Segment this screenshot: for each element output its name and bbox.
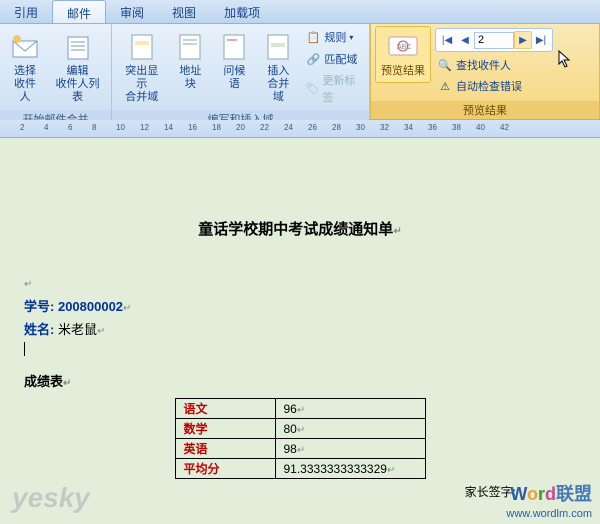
student-name-row: 姓名: 米老鼠↵	[24, 319, 576, 338]
first-record-button[interactable]: |◀	[438, 31, 456, 49]
score-cell: 98↵	[275, 439, 425, 459]
table-row: 数学80↵	[175, 419, 425, 439]
highlight-merge-label: 突出显示 合并域	[122, 65, 161, 105]
auto-check-button[interactable]: ⚠自动检查错误	[433, 77, 555, 98]
watermark-url: www.wordlm.com	[506, 508, 592, 520]
tab-mailings[interactable]: 邮件	[52, 0, 106, 23]
group-preview: ABC 预览结果 |◀ ◀ ▶ ▶| 🔍查找收件人 ⚠自动检查错误 预览结果	[370, 24, 600, 119]
signature-line: 家长签字:	[24, 483, 576, 500]
auto-check-icon: ⚠	[437, 79, 453, 95]
watermark-wordlm: Word联盟	[510, 480, 592, 506]
id-value: 200800002	[58, 299, 123, 314]
greeting-line-icon	[218, 31, 250, 63]
watermark-yesky: yesky	[12, 482, 90, 514]
blank-para: ↵	[24, 279, 576, 290]
insert-merge-button[interactable]: 插入 合并域	[257, 26, 299, 110]
preview-results-icon: ABC	[387, 31, 419, 63]
score-table: 语文96↵ 数学80↵ 英语98↵ 平均分91.3333333333329↵	[175, 398, 426, 479]
highlight-merge-button[interactable]: 突出显示 合并域	[116, 26, 167, 110]
match-fields-button[interactable]: 🔗匹配域	[301, 50, 365, 71]
group-preview-label: 预览结果	[371, 101, 599, 119]
tab-view[interactable]: 视图	[158, 0, 210, 23]
greeting-line-label: 问候语	[219, 65, 249, 91]
preview-results-label: 预览结果	[381, 65, 425, 78]
preview-results-button[interactable]: ABC 预览结果	[375, 26, 431, 83]
score-cell: 91.3333333333329↵	[275, 459, 425, 479]
update-labels-button[interactable]: 🏷更新标签	[301, 71, 365, 108]
select-recipients-button[interactable]: 选择 收件人	[4, 26, 46, 110]
record-number-input[interactable]	[474, 32, 514, 49]
group-write-insert: 突出显示 合并域 地址块 问候语 插入 合并域 📋规则▾ 🔗匹配域 🏷更新标签 …	[112, 24, 370, 119]
last-record-button[interactable]: ▶|	[532, 31, 550, 49]
subject-cell: 语文	[175, 399, 275, 419]
score-cell: 96↵	[275, 399, 425, 419]
score-title: 成绩表↵	[24, 371, 576, 390]
address-block-icon	[174, 31, 206, 63]
select-recipients-icon	[9, 31, 41, 63]
student-id-row: 学号: 200800002↵	[24, 296, 576, 315]
subject-cell: 英语	[175, 439, 275, 459]
group-start-merge: 选择 收件人 编辑 收件人列表 开始邮件合并	[0, 24, 112, 119]
address-block-button[interactable]: 地址块	[169, 26, 211, 96]
table-row: 英语98↵	[175, 439, 425, 459]
table-row: 语文96↵	[175, 399, 425, 419]
tab-review[interactable]: 审阅	[106, 0, 158, 23]
name-value: 米老鼠	[58, 322, 97, 337]
highlight-merge-icon	[126, 31, 158, 63]
edit-recipients-button[interactable]: 编辑 收件人列表	[48, 26, 107, 110]
ruler[interactable]: 24681012141618202224262830323436384042	[0, 120, 600, 138]
insert-merge-icon	[262, 31, 294, 63]
mouse-cursor-icon	[558, 50, 574, 70]
update-labels-icon: 🏷	[305, 82, 319, 98]
rules-icon: 📋	[305, 30, 321, 46]
name-label: 姓名:	[24, 322, 54, 337]
doc-title: 童话学校期中考试成绩通知单↵	[24, 218, 576, 239]
id-label: 学号:	[24, 299, 54, 314]
find-recipient-button[interactable]: 🔍查找收件人	[433, 56, 555, 77]
tab-addins[interactable]: 加载项	[210, 0, 274, 23]
match-fields-icon: 🔗	[305, 52, 321, 68]
select-recipients-label: 选择 收件人	[10, 65, 40, 105]
score-cell: 80↵	[275, 419, 425, 439]
record-nav: |◀ ◀ ▶ ▶|	[435, 28, 553, 52]
edit-recipients-label: 编辑 收件人列表	[54, 65, 101, 105]
svg-text:ABC: ABC	[397, 44, 411, 51]
tab-references[interactable]: 引用	[0, 0, 52, 23]
ribbon-tabs: 引用 邮件 审阅 视图 加载项	[0, 0, 600, 24]
rules-button[interactable]: 📋规则▾	[301, 28, 365, 49]
edit-recipients-icon	[62, 31, 94, 63]
greeting-line-button[interactable]: 问候语	[213, 26, 255, 96]
prev-record-button[interactable]: ◀	[456, 31, 474, 49]
next-record-button[interactable]: ▶	[514, 31, 532, 49]
subject-cell: 数学	[175, 419, 275, 439]
subject-cell: 平均分	[175, 459, 275, 479]
insert-merge-label: 插入 合并域	[263, 65, 293, 105]
find-recipient-icon: 🔍	[437, 58, 453, 74]
ribbon: 选择 收件人 编辑 收件人列表 开始邮件合并 突出显示 合并域 地址块	[0, 24, 600, 120]
table-row: 平均分91.3333333333329↵	[175, 459, 425, 479]
text-cursor	[24, 342, 576, 359]
address-block-label: 地址块	[175, 65, 205, 91]
document-area[interactable]: 童话学校期中考试成绩通知单↵ ↵ 学号: 200800002↵ 姓名: 米老鼠↵…	[0, 138, 600, 524]
